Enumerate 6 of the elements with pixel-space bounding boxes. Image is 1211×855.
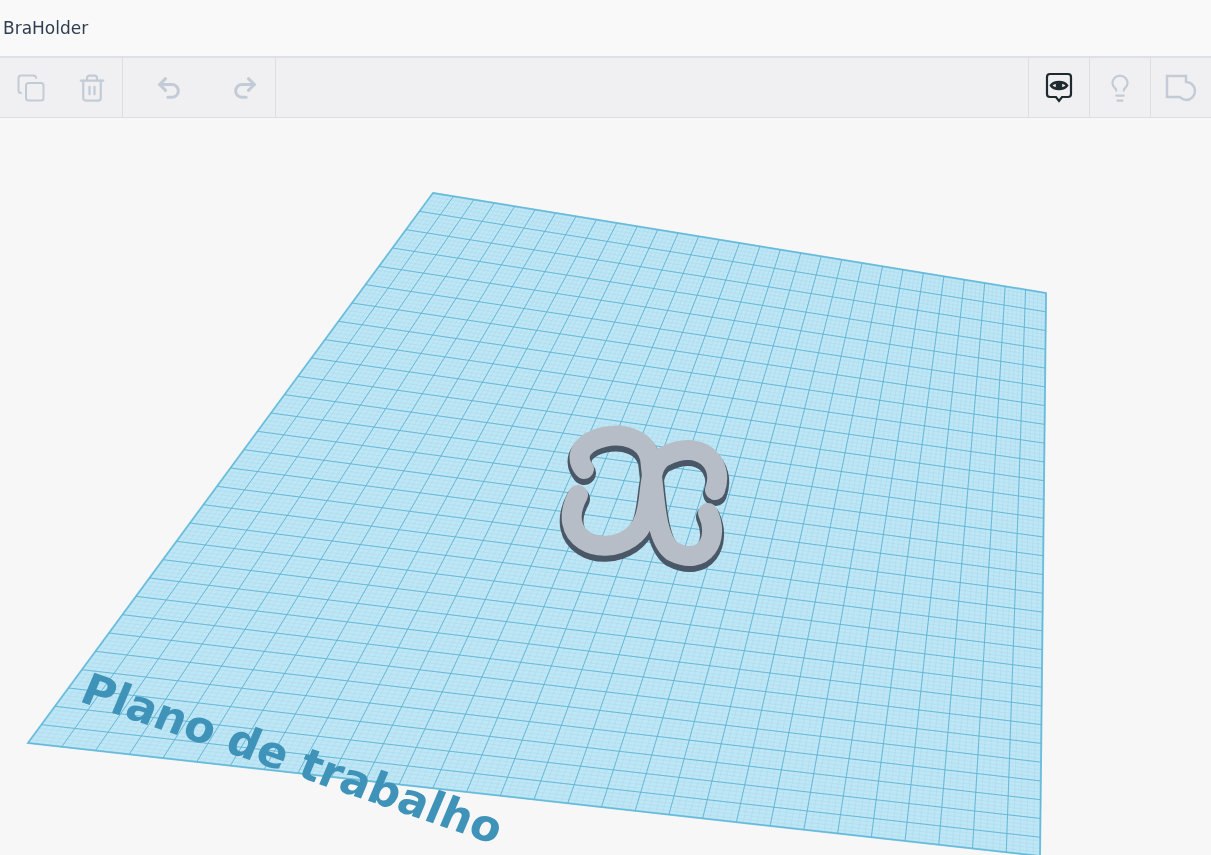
project-title: BraHolder: [3, 18, 89, 38]
eye-bubble-icon: [1044, 71, 1074, 104]
shape-icon: [1164, 72, 1198, 103]
trash-icon: [77, 72, 107, 103]
hook-shape-drawing[interactable]: [559, 425, 730, 572]
copy-icon: [16, 72, 46, 103]
